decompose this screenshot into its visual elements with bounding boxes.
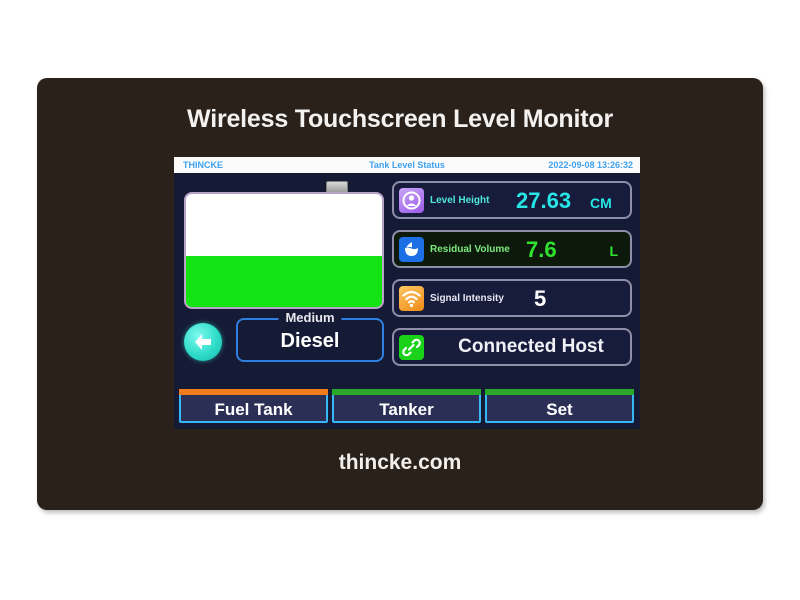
- readout-label: Signal Intensity: [430, 293, 504, 304]
- tab-tanker[interactable]: Tanker: [332, 389, 481, 423]
- tab-bar: Fuel Tank Tanker Set: [174, 387, 640, 429]
- readout-label: Residual Volume: [430, 244, 510, 255]
- liquid-volume-icon: [399, 237, 424, 262]
- readout-value: 5: [534, 286, 547, 311]
- left-arrow-icon: [195, 334, 211, 350]
- readout-unit: L: [609, 243, 618, 259]
- tank-fill-level: [186, 256, 382, 307]
- readout-value: 27.63: [516, 188, 572, 213]
- tank-body: [184, 192, 384, 309]
- tab-accent: [332, 389, 481, 395]
- readout-value: 7.6: [526, 237, 557, 262]
- tab-label: Fuel Tank: [214, 400, 293, 419]
- tab-fuel-tank[interactable]: Fuel Tank: [179, 389, 328, 423]
- wifi-signal-icon: [399, 286, 424, 311]
- medium-label: Medium: [278, 310, 342, 325]
- brand-watermark: thincke.com: [338, 451, 462, 474]
- readout-label: Level Height: [430, 195, 490, 206]
- tab-label: Tanker: [379, 400, 434, 419]
- status-bar-datetime: 2022-09-08 13:26:32: [548, 160, 633, 170]
- back-button[interactable]: [184, 323, 222, 361]
- tank-graphic: [184, 181, 384, 309]
- medium-value: Diesel: [280, 330, 340, 352]
- medium-selector[interactable]: Medium Diesel: [236, 310, 384, 362]
- tab-label: Set: [546, 400, 573, 419]
- readout-signal-intensity[interactable]: Signal Intensity 5: [392, 279, 632, 317]
- tab-active-accent: [179, 389, 328, 395]
- connected-host-label: Connected Host: [458, 336, 604, 357]
- screen-body: Medium Diesel Level Height 27.63 CM Resi…: [174, 173, 640, 387]
- device-screen: THINCKE Tank Level Status 2022-09-08 13:…: [174, 157, 640, 429]
- readout-residual-volume[interactable]: Residual Volume 7.6 L: [392, 230, 632, 268]
- connected-host-button[interactable]: Connected Host: [392, 328, 632, 366]
- readout-level-height[interactable]: Level Height 27.63 CM: [392, 181, 632, 219]
- product-title: Wireless Touchscreen Level Monitor: [187, 105, 613, 133]
- status-bar: THINCKE Tank Level Status 2022-09-08 13:…: [174, 157, 640, 173]
- readout-unit: CM: [590, 195, 612, 211]
- level-gauge-icon: [399, 188, 424, 213]
- link-chain-icon: [399, 335, 424, 360]
- tab-set[interactable]: Set: [485, 389, 634, 423]
- product-photo-frame: Wireless Touchscreen Level Monitor THINC…: [37, 78, 763, 510]
- readout-panel: Level Height 27.63 CM Residual Volume 7.…: [392, 181, 632, 379]
- tab-accent: [485, 389, 634, 395]
